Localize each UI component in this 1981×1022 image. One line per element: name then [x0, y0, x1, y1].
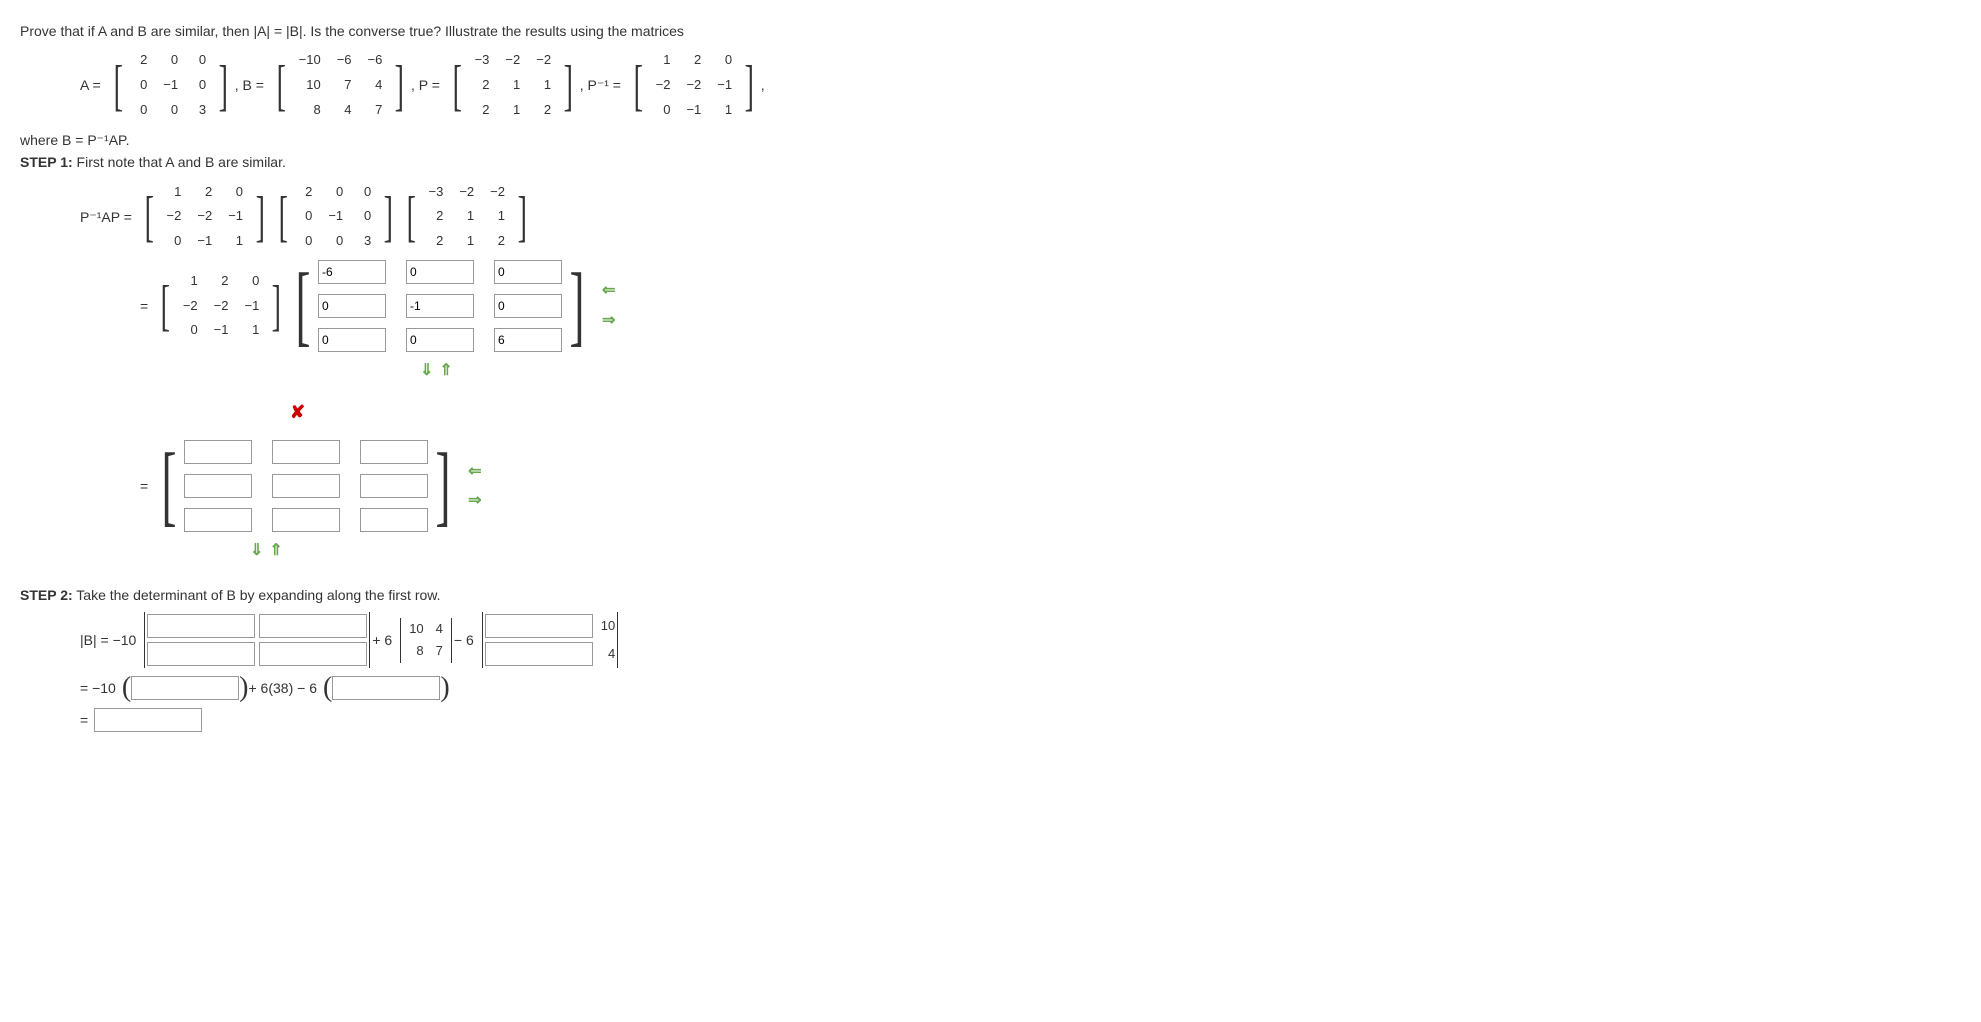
d1-r2c2[interactable] [259, 642, 367, 666]
m1-r3c1[interactable] [318, 328, 386, 352]
step1-line2: = [ 120 −2−2−1 0−11 ] [ [140, 260, 1961, 352]
A-label: A = [80, 74, 101, 96]
PinvAP-label: P⁻¹AP = [80, 206, 132, 228]
m1-r1c1[interactable] [318, 260, 386, 284]
step1-Pinv: [ 120 −2−2−1 0−11 ] [140, 180, 270, 254]
add-col-icon[interactable]: ⇒ [602, 308, 615, 334]
m2-r1c2[interactable] [272, 440, 340, 464]
B-label: , B = [235, 74, 264, 96]
m2-r3c2[interactable] [272, 508, 340, 532]
det-mid: 104 87 [400, 618, 452, 664]
m2-r3c3[interactable] [360, 508, 428, 532]
step2-line3: = [80, 708, 1961, 732]
det-input-1 [144, 612, 370, 668]
eq-neg10: = −10 [80, 677, 116, 699]
equals-1: = [140, 295, 148, 317]
step2-line1: |B| = −10 + 6 104 87 − 6 10 4 [80, 612, 1961, 668]
remove-row-icon-2[interactable]: ⇑ [269, 538, 282, 564]
matrix-Pinv: [ 120 −2−2−1 0−11 ] [629, 48, 759, 122]
m1-r2c2[interactable] [406, 294, 474, 318]
m1-r1c2[interactable] [406, 260, 474, 284]
step2-heading: STEP 2: Take the determinant of B by exp… [20, 584, 1961, 606]
row-arrows-1: ⇓ ⇑ [420, 358, 1961, 384]
minus6-label: − 6 [454, 629, 474, 651]
m2-r1c3[interactable] [360, 440, 428, 464]
step1-input-matrix-1: [ ] [288, 260, 592, 352]
step1-A: [ 200 0−10 003 ] [274, 180, 398, 254]
step1-heading: STEP 1: First note that A and B are simi… [20, 151, 1961, 173]
equals-2: = [140, 475, 148, 497]
P-label: , P = [411, 74, 440, 96]
d1-r2c1[interactable] [147, 642, 255, 666]
plus6-label: + 6 [372, 629, 392, 651]
m1-r2c1[interactable] [318, 294, 386, 318]
d3-r1c1[interactable] [485, 614, 593, 638]
matrix-definitions: A = [ 200 0−10 003 ] , B = [ −10−6−6 107… [80, 48, 1961, 122]
trailing-comma: , [761, 74, 765, 96]
d1-r1c2[interactable] [259, 614, 367, 638]
remove-col-icon-2[interactable]: ⇐ [468, 459, 481, 485]
incorrect-icon: ✘ [290, 398, 1961, 427]
d3-r2c1[interactable] [485, 642, 593, 666]
matrix-A: [ 200 0−10 003 ] [109, 48, 233, 122]
m1-r1c3[interactable] [494, 260, 562, 284]
matrix-B: [ −10−6−6 1074 847 ] [272, 48, 409, 122]
det-input-3: 10 4 [482, 612, 618, 668]
step1-P: [ −3−2−2 211 212 ] [402, 180, 532, 254]
m2-r3c1[interactable] [184, 508, 252, 532]
add-row-icon-2[interactable]: ⇓ [250, 538, 263, 564]
remove-row-icon[interactable]: ⇑ [439, 358, 452, 384]
final-eq: = [80, 709, 88, 731]
m2-r2c2[interactable] [272, 474, 340, 498]
m1-r2c3[interactable] [494, 294, 562, 318]
matrix-P: [ −3−2−2 211 212 ] [448, 48, 578, 122]
m1-r3c3[interactable] [494, 328, 562, 352]
step1-line1: P⁻¹AP = [ 120 −2−2−1 0−11 ] [ 200 0−10 0… [80, 180, 1961, 254]
step2-line2: = −10 ( ) + 6(38) − 6 ( ) [80, 674, 1961, 702]
m2-r1c1[interactable] [184, 440, 252, 464]
row-arrows-2: ⇓ ⇑ [250, 538, 1961, 564]
m2-r2c3[interactable] [360, 474, 428, 498]
problem-statement: Prove that if A and B are similar, then … [20, 20, 1961, 42]
m2-r2c1[interactable] [184, 474, 252, 498]
step1-input-matrix-2: [ ] [154, 440, 458, 532]
add-col-icon-2[interactable]: ⇒ [468, 488, 481, 514]
detB-label: |B| = −10 [80, 629, 136, 651]
where-text: where B = P⁻¹AP. [20, 129, 1961, 151]
paren2-input[interactable] [332, 676, 440, 700]
d1-r1c1[interactable] [147, 614, 255, 638]
Pinv-label: , P⁻¹ = [580, 74, 621, 96]
final-answer-input[interactable] [94, 708, 202, 732]
add-row-icon[interactable]: ⇓ [420, 358, 433, 384]
step1-Pinv-2: [ 120 −2−2−1 0−11 ] [156, 269, 286, 343]
m1-r3c2[interactable] [406, 328, 474, 352]
plus638: + 6(38) − 6 [248, 677, 317, 699]
paren1-input[interactable] [131, 676, 239, 700]
step1-line3: = [ ] ⇐ ⇒ [140, 440, 1961, 532]
remove-col-icon[interactable]: ⇐ [602, 278, 615, 304]
